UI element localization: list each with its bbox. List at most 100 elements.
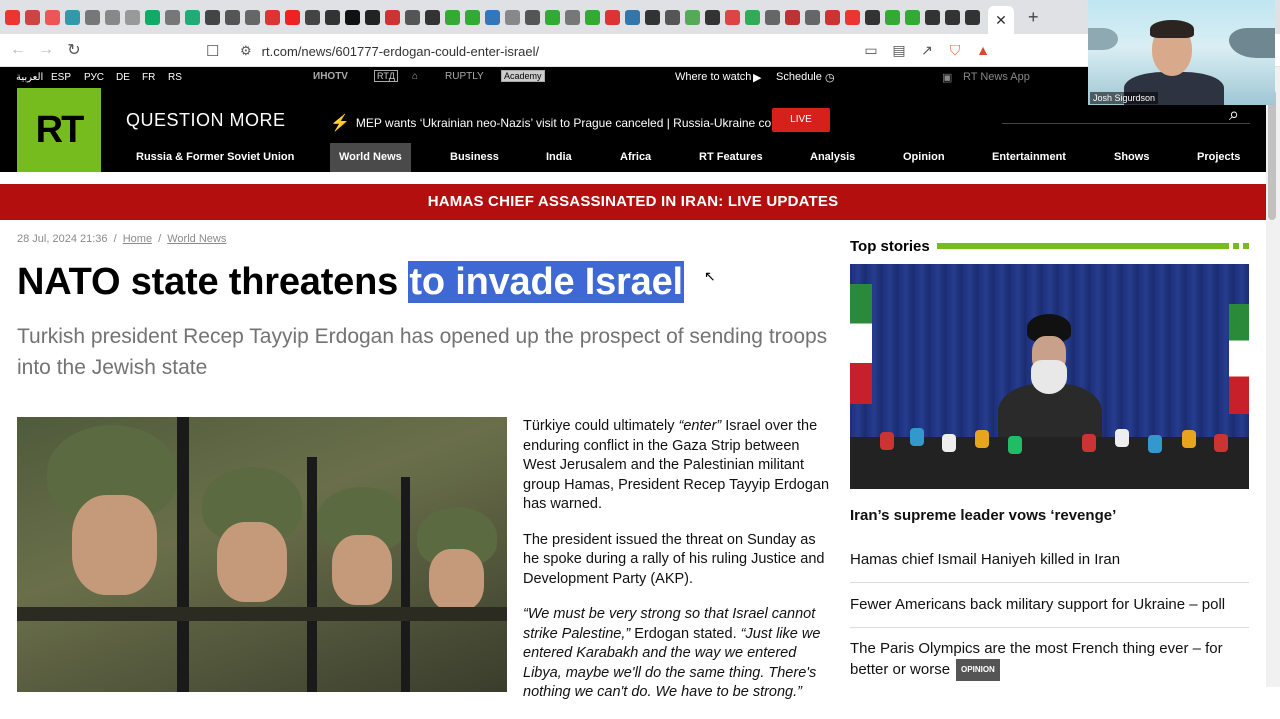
tab-favicon-icon[interactable] (144, 9, 160, 25)
tab-favicon-icon[interactable] (24, 9, 40, 25)
tab-favicon-icon[interactable] (464, 9, 480, 25)
address-bar[interactable]: ⚙ rt.com/news/601777-erdogan-could-enter… (232, 39, 852, 63)
back-arrow-icon[interactable]: ← (4, 41, 32, 59)
live-button[interactable]: LIVE (772, 108, 830, 132)
rtd-link[interactable]: RTД (374, 70, 398, 82)
tab-favicon-icon[interactable] (644, 9, 660, 25)
tab-favicon-icon[interactable] (344, 9, 360, 25)
share-icon[interactable]: ↗ (918, 41, 936, 59)
schedule-link[interactable]: Schedule (776, 71, 822, 83)
tab-favicon-icon[interactable] (84, 9, 100, 25)
tab-favicon-icon[interactable] (764, 9, 780, 25)
tab-favicon-icon[interactable] (824, 9, 840, 25)
tab-favicon-icon[interactable] (64, 9, 80, 25)
news-app-link[interactable]: RT News App (963, 71, 1030, 83)
nav-opinion[interactable]: Opinion (903, 143, 945, 172)
tab-favicon-icon[interactable] (844, 9, 860, 25)
search-icon[interactable]: ⌕ (1229, 104, 1239, 125)
tab-favicon-icon[interactable] (304, 9, 320, 25)
lang-arabic[interactable]: العربية (16, 72, 43, 83)
tab-favicon-icon[interactable] (784, 9, 800, 25)
nav-rt-features[interactable]: RT Features (699, 143, 763, 172)
tab-favicon-icon[interactable] (264, 9, 280, 25)
headline-selected-text[interactable]: to invade Israel (408, 261, 684, 303)
tab-favicon-icon[interactable] (184, 9, 200, 25)
cast-icon[interactable]: ▭ (862, 41, 880, 59)
where-to-watch-link[interactable]: Where to watch (675, 71, 751, 83)
tab-favicon-icon[interactable] (544, 9, 560, 25)
inotv-link[interactable]: ИНОТV (313, 71, 348, 82)
tab-favicon-icon[interactable] (864, 9, 880, 25)
tab-favicon-icon[interactable] (664, 9, 680, 25)
nav-world-news[interactable]: World News (330, 143, 411, 172)
tab-favicon-icon[interactable] (104, 9, 120, 25)
tab-favicon-icon[interactable] (564, 9, 580, 25)
lang-spanish[interactable]: ESP (51, 72, 71, 83)
carousel-dot[interactable] (1243, 243, 1249, 249)
ruptly-link[interactable]: RUPTLY (445, 71, 484, 82)
play-icon[interactable]: ▶ (753, 71, 761, 84)
brave-shield-icon[interactable]: ⛉ (946, 41, 964, 59)
tab-favicon-icon[interactable] (924, 9, 940, 25)
lang-russian[interactable]: РУС (84, 72, 104, 83)
tab-favicon-icon[interactable] (964, 9, 980, 25)
tab-favicon-icon[interactable] (404, 9, 420, 25)
top-story-item[interactable]: Fewer Americans back military support fo… (850, 595, 1249, 615)
tab-favicon-icon[interactable] (944, 9, 960, 25)
breadcrumb-home[interactable]: Home (123, 233, 152, 245)
nav-shows[interactable]: Shows (1114, 143, 1149, 172)
news-ticker[interactable]: ⚡ MEP wants ‘Ukrainian neo-Nazis’ visit … (330, 113, 796, 133)
tab-favicon-icon[interactable] (384, 9, 400, 25)
tab-favicon-icon[interactable] (804, 9, 820, 25)
rewards-icon[interactable]: ▲ (974, 41, 992, 59)
nav-business[interactable]: Business (450, 143, 499, 172)
nav-projects[interactable]: Projects (1197, 143, 1240, 172)
tab-favicon-icon[interactable] (244, 9, 260, 25)
academy-link[interactable]: Academy (501, 70, 545, 82)
tab-favicon-icon[interactable] (704, 9, 720, 25)
nav-analysis[interactable]: Analysis (810, 143, 855, 172)
site-info-icon[interactable]: ⚙ (240, 43, 252, 59)
tab-favicon-icon[interactable] (684, 9, 700, 25)
ticker-text[interactable]: MEP wants ‘Ukrainian neo-Nazis’ visit to… (356, 116, 796, 130)
tab-favicon-icon[interactable] (584, 9, 600, 25)
tab-favicon-icon[interactable] (724, 9, 740, 25)
tab-favicon-icon[interactable] (444, 9, 460, 25)
forward-arrow-icon[interactable]: → (32, 41, 60, 59)
lang-french[interactable]: FR (142, 72, 155, 83)
ruptly-logo-icon[interactable]: ⌂ (412, 71, 418, 82)
top-story-item[interactable]: Iran’s supreme leader vows ‘revenge’ (850, 506, 1249, 526)
tab-favicon-icon[interactable] (904, 9, 920, 25)
breadcrumb-world-news[interactable]: World News (167, 233, 226, 245)
top-story-image[interactable] (850, 264, 1249, 489)
scrollbar-thumb[interactable] (1268, 90, 1276, 220)
top-story-item[interactable]: The Paris Olympics are the most French t… (850, 639, 1249, 681)
active-tab-close-icon[interactable]: ✕ (988, 6, 1014, 34)
search-input[interactable] (1002, 123, 1250, 124)
carousel-dots[interactable] (1233, 243, 1249, 249)
tab-favicon-icon[interactable] (324, 9, 340, 25)
bookmark-icon[interactable]: ☐ (206, 42, 219, 60)
tab-favicon-icon[interactable] (884, 9, 900, 25)
tab-favicon-icon[interactable] (504, 9, 520, 25)
tab-favicon-icon[interactable] (204, 9, 220, 25)
nav-entertainment[interactable]: Entertainment (992, 143, 1066, 172)
tab-favicon-icon[interactable] (524, 9, 540, 25)
tab-favicon-icon[interactable] (124, 9, 140, 25)
tab-favicon-icon[interactable] (364, 9, 380, 25)
nav-russia[interactable]: Russia & Former Soviet Union (136, 143, 294, 172)
lang-german[interactable]: DE (116, 72, 130, 83)
reload-icon[interactable]: ↻ (60, 40, 88, 60)
tab-favicon-icon[interactable] (624, 9, 640, 25)
nav-africa[interactable]: Africa (620, 143, 651, 172)
story-title[interactable]: The Paris Olympics are the most French t… (850, 640, 1223, 678)
tab-favicon-icon[interactable] (224, 9, 240, 25)
top-story-item[interactable]: Hamas chief Ismail Haniyeh killed in Ira… (850, 550, 1249, 570)
lang-serbian[interactable]: RS (168, 72, 182, 83)
tab-favicon-icon[interactable] (164, 9, 180, 25)
nav-india[interactable]: India (546, 143, 572, 172)
tab-favicon-icon[interactable] (4, 9, 20, 25)
tab-favicon-icon[interactable] (424, 9, 440, 25)
reader-icon[interactable]: ▤ (890, 41, 908, 59)
carousel-dot[interactable] (1233, 243, 1239, 249)
